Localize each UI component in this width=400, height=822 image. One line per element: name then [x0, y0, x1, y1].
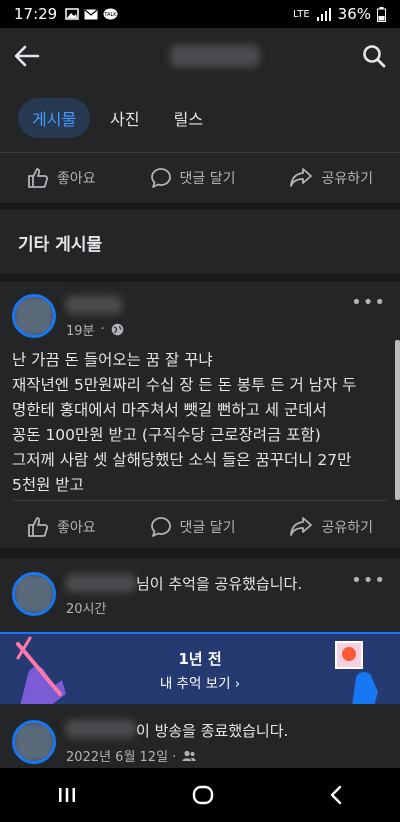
profile-tabs: 게시물 사진 릴스	[0, 84, 400, 152]
like-label: 좋아요	[56, 171, 96, 187]
section-title: 기타 게시물	[0, 210, 400, 274]
gallery-icon	[65, 8, 79, 20]
profile-name-blurred	[170, 45, 260, 67]
status-bar: 17:29 TALK LTE 36%	[0, 0, 400, 28]
comment-button[interactable]: 댓글 달기	[150, 167, 236, 189]
separator	[0, 548, 400, 558]
broadcast-post-card: 이 방송을 종료했습니다. 2022년 6월 12일 ·	[0, 704, 400, 768]
post-time: 19분	[66, 324, 95, 339]
avatar[interactable]	[12, 720, 56, 764]
like-button[interactable]: 좋아요	[27, 516, 96, 538]
memory-share-title: 님이 추억을 공유했습니다.	[136, 575, 303, 593]
post-line: 꽁돈 100만원 받고 (구직수당 근로장려금 포함)	[12, 426, 321, 444]
comment-label: 댓글 달기	[179, 171, 236, 187]
comment-icon	[150, 517, 171, 537]
memory-illustration-right	[335, 641, 378, 706]
action-row: 좋아요 댓글 달기 공유하기	[0, 502, 400, 552]
system-nav-bar	[0, 768, 400, 822]
post-meta: 2022년 6월 12일 ·	[66, 746, 196, 765]
battery-icon	[377, 6, 386, 22]
share-icon	[290, 168, 313, 187]
search-icon[interactable]	[362, 44, 386, 68]
memory-banner[interactable]: 1년 전 내 추억 보기 ›	[0, 632, 400, 706]
status-time: 17:29	[14, 5, 58, 23]
separator	[0, 203, 400, 210]
svg-text:TALK: TALK	[104, 12, 118, 18]
signal-icon	[316, 7, 331, 21]
author-name-blurred[interactable]	[66, 296, 122, 314]
post-line: 난 가끔 돈 들어오는 꿈 잘 꾸냐	[12, 351, 213, 369]
post-line: 5천원 받고	[12, 476, 84, 494]
share-label: 공유하기	[321, 520, 373, 536]
post-line: 그저께 사람 셋 살해당했단 소식 들은 꿈꾸더니 27만	[12, 451, 352, 469]
divider	[12, 500, 388, 501]
top-bar	[0, 28, 400, 84]
comment-label: 댓글 달기	[179, 520, 236, 536]
share-button[interactable]: 공유하기	[289, 516, 373, 538]
more-options-icon[interactable]: •••	[351, 292, 386, 313]
tab-reels[interactable]: 릴스	[160, 98, 217, 138]
home-icon[interactable]	[192, 784, 214, 806]
share-icon	[290, 517, 313, 536]
author-name-blurred[interactable]	[66, 720, 136, 738]
post-time: 20시간	[66, 602, 107, 617]
broadcast-ended-title: 이 방송을 종료했습니다.	[136, 722, 289, 740]
comment-icon	[150, 168, 171, 188]
like-label: 좋아요	[56, 520, 96, 536]
recent-apps-icon[interactable]	[57, 786, 77, 804]
separator-dot: ·	[100, 322, 105, 337]
friends-icon	[182, 750, 196, 761]
scrollbar-thumb[interactable]	[395, 340, 400, 500]
globe-icon	[111, 323, 123, 336]
memory-post-card: 님이 추억을 공유했습니다. 20시간 •••	[0, 558, 400, 632]
share-button[interactable]: 공유하기	[289, 167, 373, 189]
thumbs-up-icon	[28, 517, 48, 537]
network-label: LTE	[293, 8, 310, 20]
battery-percent: 36%	[337, 5, 371, 23]
post-line: 명한테 홍대에서 마주쳐서 뺏길 뻔하고 세 군데서	[12, 401, 327, 419]
author-name-blurred[interactable]	[66, 574, 136, 592]
thumbs-up-icon	[28, 168, 48, 188]
share-label: 공유하기	[321, 171, 373, 187]
comment-button[interactable]: 댓글 달기	[150, 516, 236, 538]
email-icon	[84, 9, 98, 19]
talk-icon: TALK	[104, 8, 118, 19]
tab-posts[interactable]: 게시물	[18, 98, 91, 138]
more-options-icon[interactable]: •••	[351, 570, 386, 591]
tab-photos[interactable]: 사진	[96, 98, 153, 138]
post-date: 2022년 6월 12일 ·	[66, 750, 177, 765]
post-meta: 19분 ·	[66, 320, 124, 339]
back-icon[interactable]	[329, 785, 343, 805]
post-meta: 20시간	[66, 598, 106, 617]
post-body: 난 가끔 돈 들어오는 꿈 잘 꾸냐 재작년엔 5만원짜리 수십 장 든 돈 봉…	[12, 348, 392, 498]
back-arrow-icon[interactable]	[14, 45, 40, 67]
like-button[interactable]: 좋아요	[27, 167, 96, 189]
post-line: 재작년엔 5만원짜리 수십 장 든 돈 봉투 든 거 남자 두	[12, 376, 357, 394]
avatar[interactable]	[12, 572, 56, 616]
avatar[interactable]	[12, 294, 56, 338]
memory-illustration-left	[16, 636, 66, 706]
action-row-top: 좋아요 댓글 달기 공유하기	[0, 153, 400, 203]
separator	[0, 274, 400, 282]
post-card: 19분 · ••• 난 가끔 돈 들어오는 꿈 잘 꾸냐 재작년엔 5만원짜리 …	[0, 282, 400, 552]
